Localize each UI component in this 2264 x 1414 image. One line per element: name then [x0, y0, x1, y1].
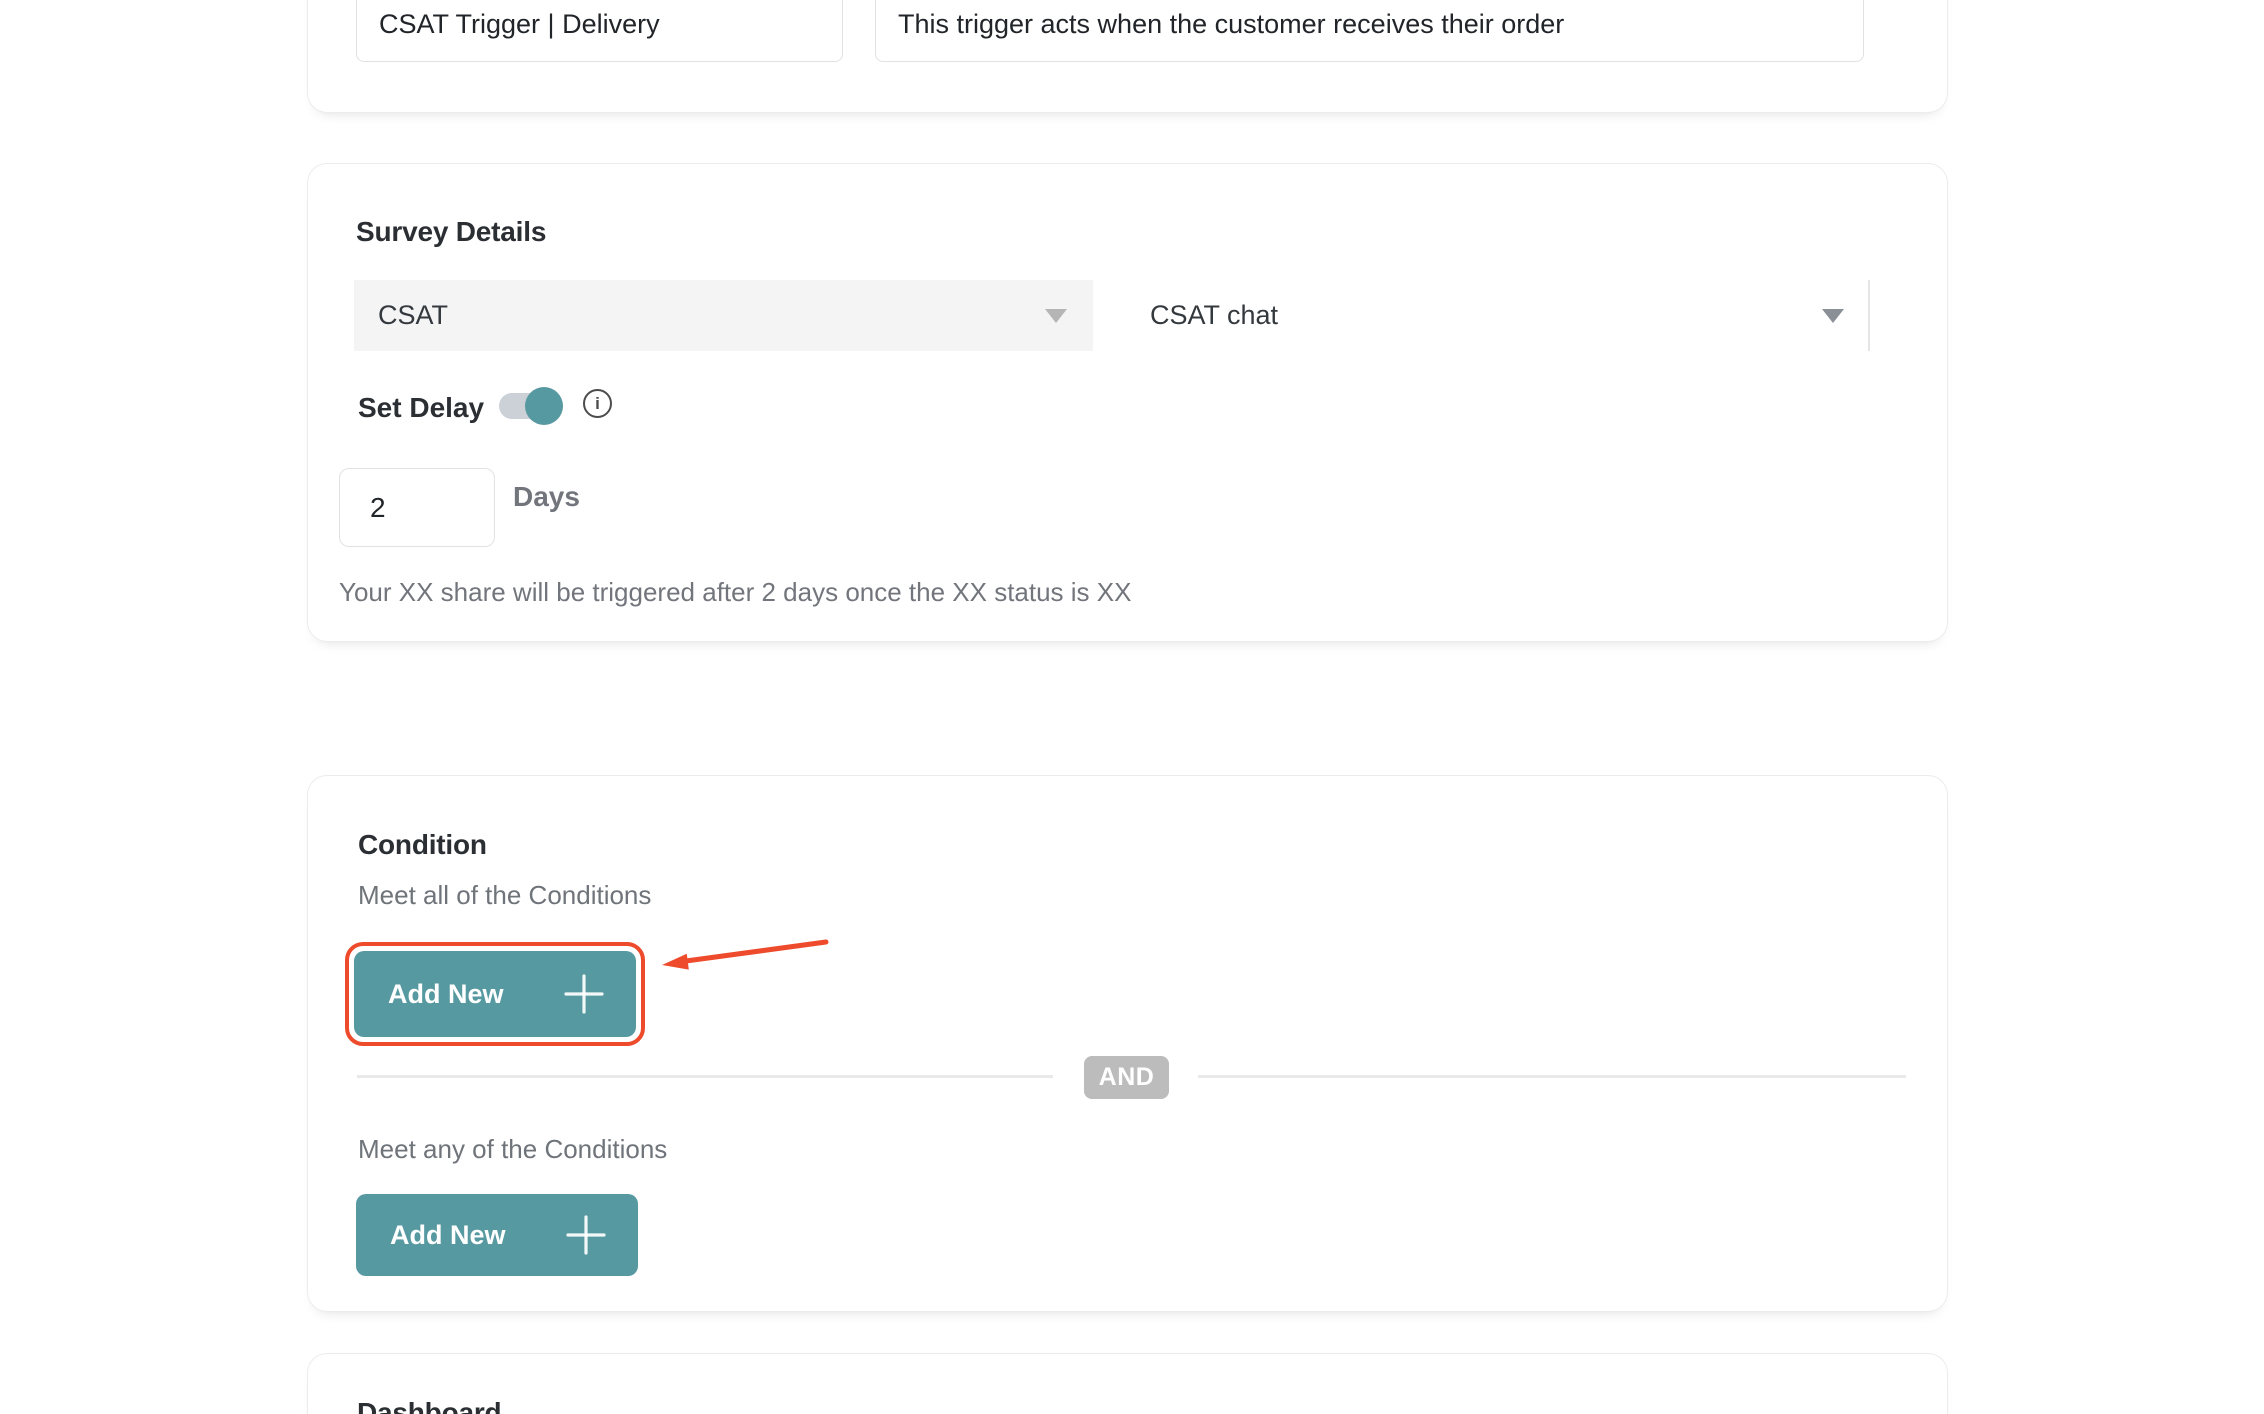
info-icon[interactable]: i	[583, 389, 612, 418]
condition-title: Condition	[358, 829, 487, 861]
add-new-any-conditions-button[interactable]: Add New	[356, 1194, 638, 1276]
set-delay-toggle[interactable]	[499, 393, 563, 419]
toggle-knob	[525, 387, 563, 425]
survey-details-card: Survey Details CSAT CSAT chat Set Delay …	[307, 163, 1948, 642]
chevron-down-icon	[1045, 309, 1067, 323]
survey-name-value: CSAT chat	[1150, 300, 1822, 331]
trigger-builder-screen: CSAT Trigger | Delivery This trigger act…	[0, 0, 2264, 1414]
survey-type-value: CSAT	[378, 300, 1045, 331]
next-section-card: Dashboard	[307, 1353, 1948, 1414]
plus-icon	[562, 972, 606, 1016]
delay-days-input[interactable]: 2	[339, 468, 495, 547]
survey-name-select[interactable]: CSAT chat	[1093, 280, 1870, 351]
and-divider-line	[357, 1075, 1053, 1078]
meet-any-conditions-label: Meet any of the Conditions	[358, 1134, 667, 1165]
annotation-arrow	[648, 934, 838, 976]
plus-icon	[564, 1213, 608, 1257]
survey-details-title: Survey Details	[356, 216, 546, 248]
and-divider-line	[1198, 1075, 1906, 1078]
add-new-all-conditions-button[interactable]: Add New	[354, 951, 636, 1037]
condition-card: Condition Meet all of the Conditions Add…	[307, 775, 1948, 1312]
survey-type-select[interactable]: CSAT	[354, 280, 1093, 351]
add-new-label: Add New	[388, 979, 504, 1010]
add-new-label: Add New	[390, 1220, 506, 1251]
trigger-description-input[interactable]: This trigger acts when the customer rece…	[875, 0, 1864, 62]
annotation-highlight-box: Add New	[345, 942, 645, 1046]
chevron-down-icon	[1822, 309, 1844, 323]
trigger-name-input[interactable]: CSAT Trigger | Delivery	[356, 0, 843, 62]
delay-unit-label: Days	[513, 481, 580, 513]
and-badge: AND	[1084, 1056, 1169, 1099]
next-section-title: Dashboard	[357, 1397, 501, 1414]
trigger-details-card: CSAT Trigger | Delivery This trigger act…	[307, 0, 1948, 113]
delay-helper-text: Your XX share will be triggered after 2 …	[339, 577, 1131, 608]
meet-all-conditions-label: Meet all of the Conditions	[358, 880, 651, 911]
set-delay-label: Set Delay	[358, 392, 484, 424]
